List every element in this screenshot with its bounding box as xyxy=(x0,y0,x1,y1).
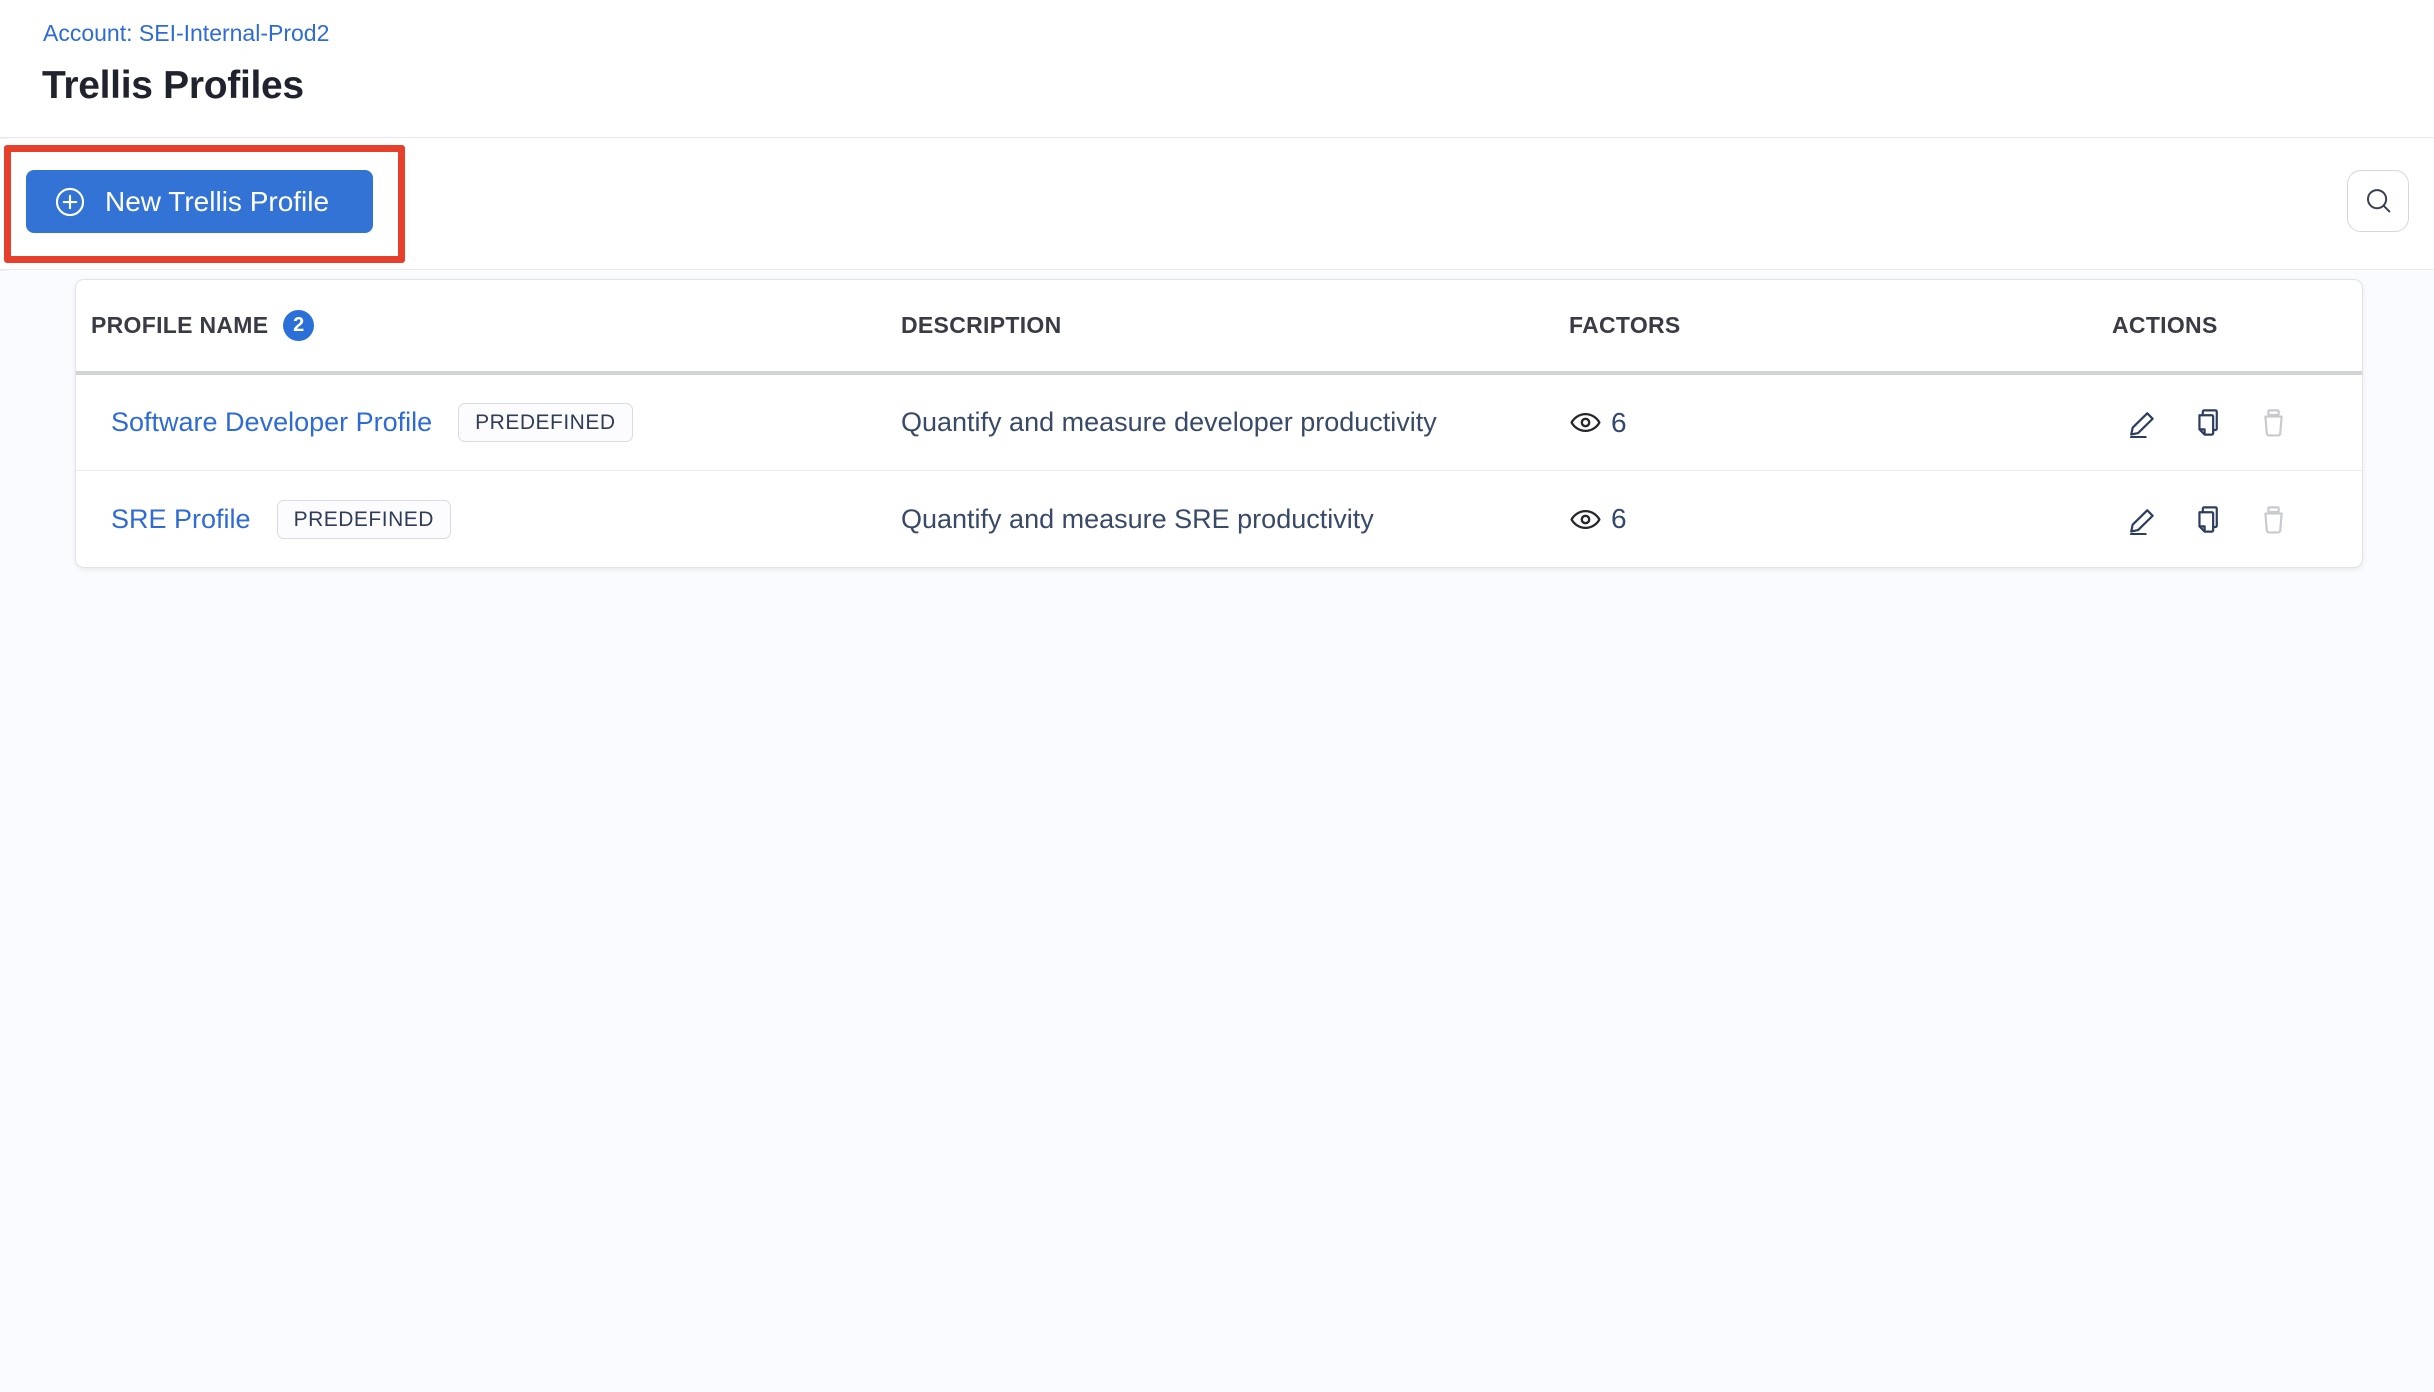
profile-description: Quantify and measure SRE productivity xyxy=(901,503,1374,534)
eye-icon xyxy=(1569,503,1602,536)
plus-circle-icon xyxy=(53,185,87,219)
breadcrumb-account-link[interactable]: Account: SEI-Internal-Prod2 xyxy=(43,20,329,47)
predefined-tag: PREDEFINED xyxy=(458,403,633,442)
edit-button[interactable] xyxy=(2128,504,2159,535)
profiles-table: PROFILE NAME 2 DESCRIPTION FACTORS ACTIO… xyxy=(75,279,2363,568)
new-trellis-profile-button[interactable]: New Trellis Profile xyxy=(26,170,373,233)
factors-header: FACTORS xyxy=(1569,312,1681,338)
profile-name-header: PROFILE NAME xyxy=(91,312,269,338)
content-area: PROFILE NAME 2 DESCRIPTION FACTORS ACTIO… xyxy=(0,271,2434,1392)
edit-button[interactable] xyxy=(2128,407,2159,438)
toolbar: New Trellis Profile xyxy=(0,139,2434,270)
description-header: DESCRIPTION xyxy=(901,312,1062,338)
new-trellis-profile-button-label: New Trellis Profile xyxy=(105,185,330,217)
page-header: Account: SEI-Internal-Prod2 Trellis Prof… xyxy=(0,0,2434,138)
table-row: Software Developer Profile PREDEFINED Qu… xyxy=(76,375,2362,471)
trellis-profiles-page: { "page": { "breadcrumb": "Account: SEI-… xyxy=(0,0,2434,1392)
delete-button[interactable] xyxy=(2258,407,2289,438)
profile-count-badge: 2 xyxy=(283,310,315,341)
page-title: Trellis Profiles xyxy=(42,64,304,107)
table-header-row: PROFILE NAME 2 DESCRIPTION FACTORS ACTIO… xyxy=(76,280,2362,375)
factors-count: 6 xyxy=(1611,406,1627,438)
copy-button[interactable] xyxy=(2193,407,2224,438)
profile-description: Quantify and measure developer productiv… xyxy=(901,407,1437,437)
profile-link[interactable]: SRE Profile xyxy=(111,504,251,535)
delete-button[interactable] xyxy=(2258,504,2289,535)
search-icon xyxy=(2362,185,2394,217)
profile-link[interactable]: Software Developer Profile xyxy=(111,407,432,438)
actions-header: ACTIONS xyxy=(2112,312,2218,338)
search-button[interactable] xyxy=(2347,170,2409,232)
predefined-tag: PREDEFINED xyxy=(276,499,451,539)
table-row: SRE Profile PREDEFINED Quantify and meas… xyxy=(76,471,2362,567)
factors-count: 6 xyxy=(1611,503,1627,534)
eye-icon xyxy=(1569,406,1602,439)
copy-button[interactable] xyxy=(2193,504,2224,535)
